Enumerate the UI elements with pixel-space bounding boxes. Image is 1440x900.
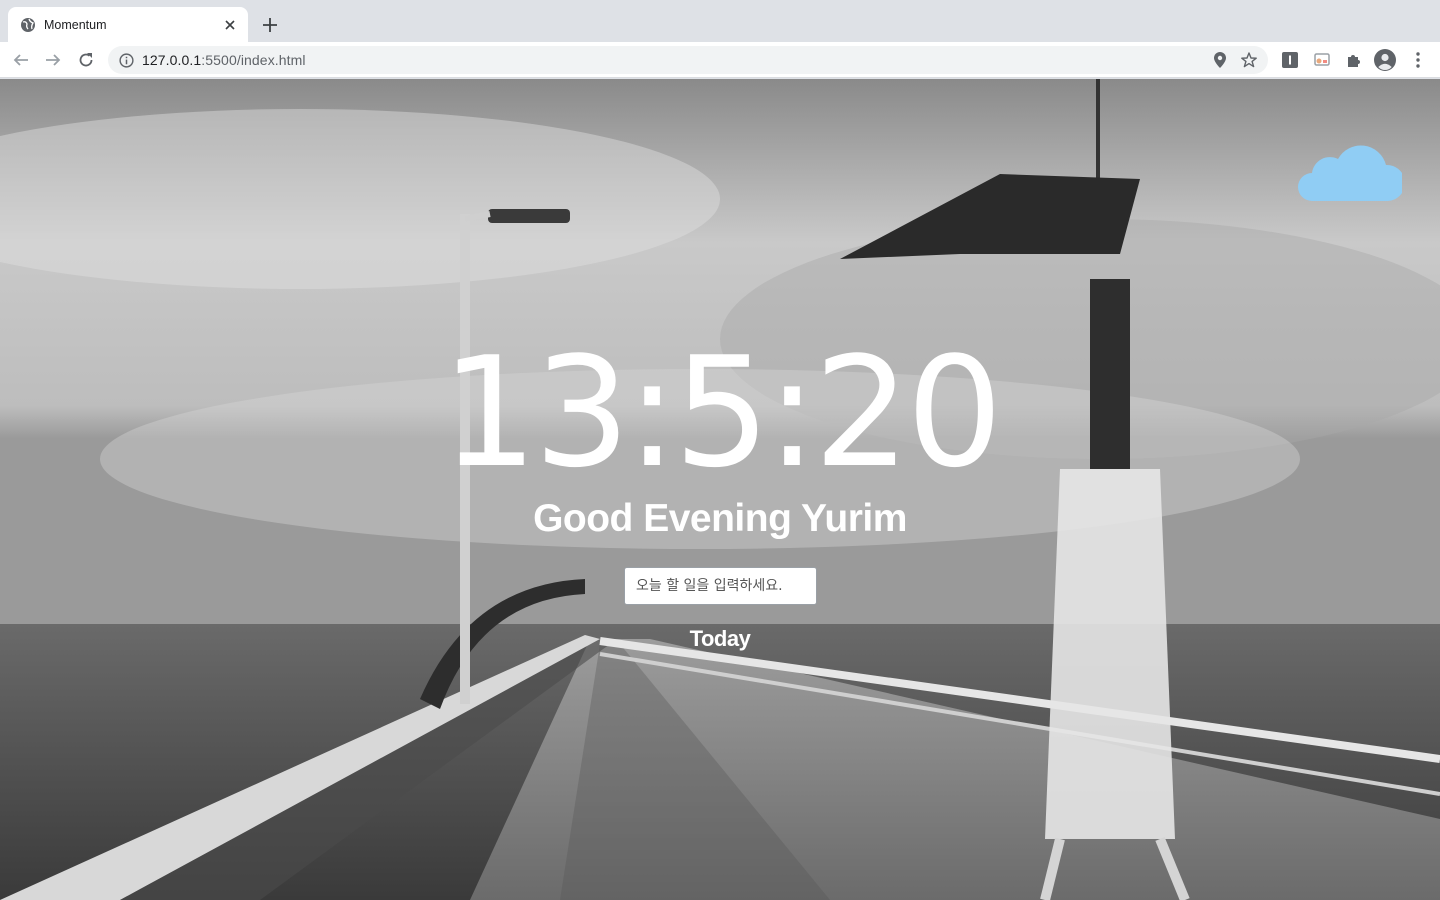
avatar-icon	[1374, 49, 1396, 71]
today-heading: Today	[689, 626, 751, 651]
reload-button[interactable]	[70, 44, 102, 76]
browser-toolbar: 127.0.0.1:5500/index.html	[0, 42, 1440, 78]
todo-input[interactable]	[624, 567, 817, 605]
location-icon[interactable]	[1212, 52, 1228, 68]
bookmark-star-icon[interactable]	[1240, 51, 1258, 69]
close-tab-icon[interactable]	[220, 15, 240, 35]
url-text: 127.0.0.1:5500/index.html	[142, 52, 306, 68]
url-path: :5500/index.html	[201, 52, 306, 68]
greeting-text: Good Evening Yurim	[533, 497, 907, 540]
extensions-puzzle-icon[interactable]	[1340, 46, 1368, 74]
address-bar[interactable]: 127.0.0.1:5500/index.html	[108, 46, 1268, 74]
globe-icon	[20, 17, 36, 33]
clock: 13:5:20	[441, 324, 1003, 501]
kebab-menu-icon	[1416, 52, 1420, 68]
reload-icon	[79, 53, 93, 67]
site-info-icon[interactable]	[118, 52, 134, 68]
forward-arrow-icon	[46, 54, 61, 66]
back-button[interactable]	[5, 44, 37, 76]
chrome-menu-button[interactable]	[1404, 46, 1432, 74]
new-tab-button[interactable]	[258, 13, 282, 37]
tab-title: Momentum	[44, 17, 107, 32]
tab-strip: Momentum	[0, 0, 1440, 42]
forward-button[interactable]	[37, 44, 69, 76]
page-viewport: 13:5:20 Good Evening Yurim Today	[0, 79, 1440, 900]
browser-tab[interactable]: Momentum	[8, 7, 248, 42]
back-arrow-icon	[13, 54, 28, 66]
cast-extension-icon[interactable]	[1308, 46, 1336, 74]
extension-i-icon[interactable]	[1276, 46, 1304, 74]
profile-avatar[interactable]	[1371, 46, 1399, 74]
cloud-icon	[1298, 145, 1402, 201]
url-host: 127.0.0.1	[142, 52, 202, 68]
